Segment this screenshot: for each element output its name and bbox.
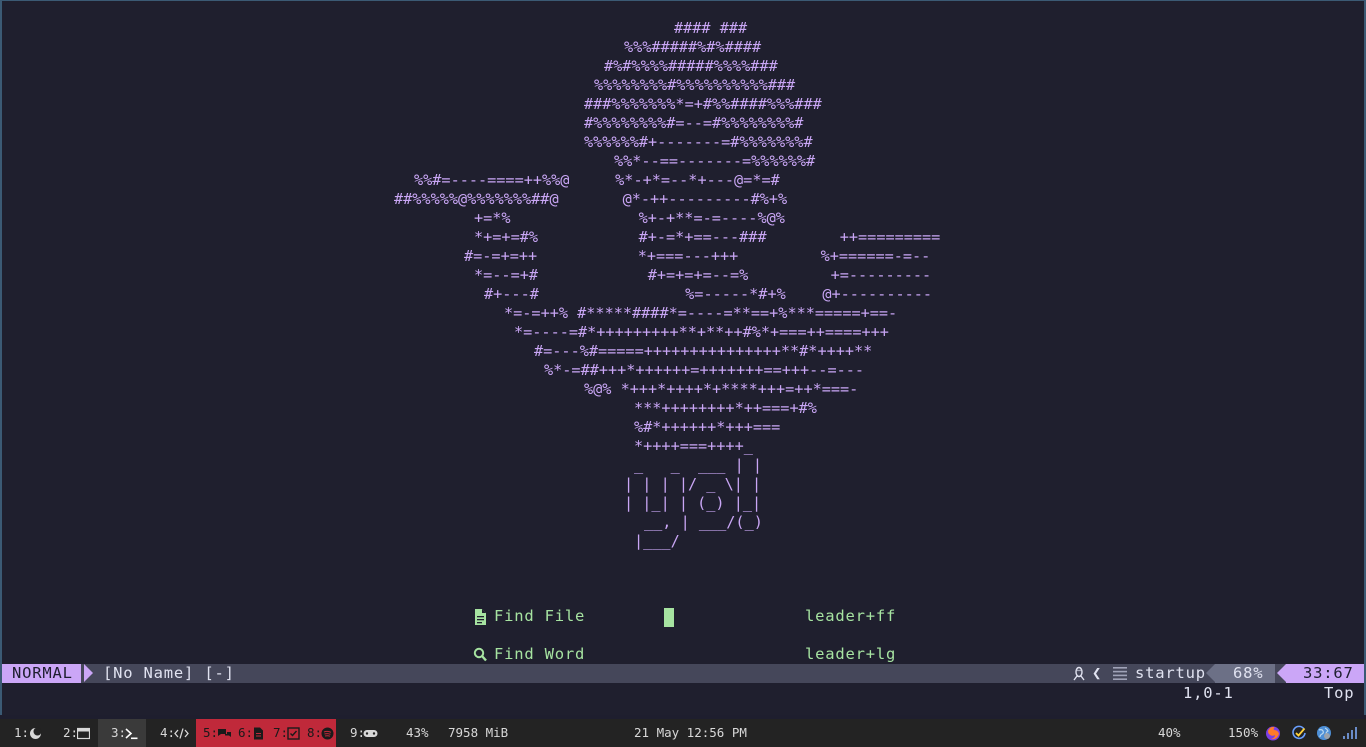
ascii-art-line: %%#=----====++%%@ %*-+*=--*+---@=*=# <box>414 171 780 189</box>
terminal-icon <box>125 728 138 740</box>
ascii-art-line: | | | |/ _ \| | <box>624 475 762 493</box>
filetype-label: startup <box>1135 664 1206 682</box>
ascii-art-line: %*-=##+++*++++++=+++++++==+++--=--- <box>544 361 865 379</box>
scroll-percent-text: 68% <box>1233 664 1264 682</box>
clock[interactable]: 21 May 12:56 PM <box>634 719 747 747</box>
code-icon <box>174 728 189 739</box>
workspace-label: 8: <box>307 725 323 740</box>
ascii-art-line: #%%%%%%%%#=--=#%%%%%%%%# <box>584 114 804 132</box>
workspace-label: 2: <box>63 725 79 740</box>
cpu-usage: 43% <box>406 725 429 740</box>
workspace-1[interactable]: 1: <box>14 719 46 747</box>
wifi-signal-icon[interactable] <box>1342 725 1358 741</box>
ascii-art-line: ##%%%%%@%%%%%%%##@ @*-++---------#%+% <box>394 190 788 208</box>
menu-keybinding: leader+ff <box>805 607 897 625</box>
document-icon <box>254 727 263 740</box>
ascii-art-line: *=--=+# #+=+=+=--=% +=--------- <box>474 266 932 284</box>
mode-separator <box>84 664 93 682</box>
ascii-art-line: #=---%#=====+++++++++++++++**#*++++** <box>534 342 873 360</box>
cursor-position-text: 33:67 <box>1303 664 1354 682</box>
workspace-label: 7: <box>273 725 289 740</box>
ascii-art-line: #=-=+=++ *+===---+++ %+======-=-- <box>464 247 931 265</box>
tasks-icon[interactable] <box>1291 725 1307 741</box>
ascii-art-line: %%%#####%#%#### <box>624 38 762 56</box>
buffer-name: [No Name] [-] <box>103 664 235 682</box>
ascii-art-line: *=-=++% #*****####*=----=**==+%***=====+… <box>504 304 898 322</box>
scroll-percent: 68% <box>1206 664 1275 683</box>
ascii-art-line: %%%%%%%%#%%%%%%%%%%### <box>594 76 796 94</box>
file-icon <box>475 609 486 625</box>
window-icon <box>77 727 90 740</box>
editor-window[interactable]: #### ### %%%#####%#%#### #%#%%%%#####%%%%#… <box>0 0 1366 715</box>
ascii-art-line: ###%%%%%%%*=+#%%####%%%### <box>584 95 822 113</box>
mode-indicator: NORMAL <box>2 664 81 683</box>
checkbox-icon <box>287 727 300 740</box>
text-cursor <box>664 608 674 627</box>
workspace-label: 1: <box>14 725 30 740</box>
menu-item-find-file[interactable]: Find File leader+ff <box>2 606 1366 628</box>
globe-icon[interactable] <box>1316 725 1332 741</box>
scroll-position: Top <box>1324 684 1355 702</box>
ascii-art-line: #%#%%%%#####%%%%### <box>604 57 778 75</box>
linux-icon <box>1073 666 1085 681</box>
ascii-art-line: +=*% %+-+**=-=----%@% <box>474 209 785 227</box>
chat-icon <box>218 729 231 737</box>
firefox-icon[interactable] <box>1265 725 1281 741</box>
workspace-label: 5: <box>203 725 219 740</box>
command-line[interactable]: 1,0-1 Top <box>2 683 1364 703</box>
ascii-art-line: #+---# %=-----*#+% @+---------- <box>484 285 933 303</box>
cursor-position: 33:67 <box>1277 664 1364 683</box>
gamepad-icon <box>363 730 378 737</box>
brightness-level[interactable]: 40% <box>1158 719 1181 747</box>
ascii-art-line: | |_| | (_) |_| <box>624 494 762 512</box>
ascii-art-line: __, | ___/(_) <box>644 513 763 531</box>
statusline: NORMAL [No Name] [-] ❮ startup 68% 33:67 <box>2 664 1364 683</box>
taskbar: 1: 2: 3: 4: 5: 6: 7: 8: 9: 43% 7958 MiB … <box>0 719 1366 747</box>
ascii-art-line: ***++++++++*++===+#% <box>634 399 817 417</box>
search-icon <box>473 647 487 662</box>
ascii-art-line: %@% *+++*++++*+****+++=++*===- <box>584 380 859 398</box>
menu-label: Find File <box>494 607 586 625</box>
moon-icon <box>30 727 42 739</box>
ascii-art-line: *+=+=#% #+-=*+==---### ++========= <box>474 228 941 246</box>
menu-keybinding: leader+lg <box>805 645 897 663</box>
spotify-icon <box>321 727 334 740</box>
volume-level[interactable]: 150% <box>1228 719 1258 747</box>
ascii-art-line: %%%%%%#+-------=#%%%%%%%# <box>584 133 813 151</box>
memory-usage: 7958 MiB <box>448 725 509 740</box>
workspace-label: 4: <box>160 725 176 740</box>
ascii-art-line: |___/ <box>634 532 680 550</box>
menu-label: Find Word <box>494 645 586 663</box>
ascii-art-line: *=----=#*+++++++++**+**++#%*+===++====++… <box>514 323 889 341</box>
ascii-art-line: _ _ ___ | | <box>634 456 763 474</box>
ascii-art-line: %#*++++++*+++=== <box>634 418 781 436</box>
workspace-6[interactable]: 6: <box>238 719 268 747</box>
workspace-9[interactable]: 9: <box>350 719 382 747</box>
lines-icon <box>1113 667 1127 680</box>
workspace-5[interactable]: 5: <box>203 719 235 747</box>
workspace-4[interactable]: 4: <box>160 719 192 747</box>
dashboard-ascii-art: #### ### %%%#####%#%#### #%#%%%%#####%%%%#… <box>2 19 1366 559</box>
ascii-art-line: #### ### <box>674 19 748 37</box>
chevron-left-icon: ❮ <box>1092 664 1102 682</box>
menu-item-find-word[interactable]: Find Word leader+lg <box>2 644 1366 666</box>
workspace-label: 6: <box>238 725 254 740</box>
workspace-7[interactable]: 7: <box>273 719 303 747</box>
ascii-art-line: %%*--==-------=%%%%%%# <box>614 152 816 170</box>
ascii-art-line: *++++===++++_ <box>634 437 753 455</box>
workspace-2[interactable]: 2: <box>63 719 95 747</box>
ruler: 1,0-1 <box>1183 684 1234 702</box>
workspace-8[interactable]: 8: <box>307 719 337 747</box>
workspace-3[interactable]: 3: <box>98 719 146 747</box>
workspace-label: 3: <box>111 725 127 740</box>
